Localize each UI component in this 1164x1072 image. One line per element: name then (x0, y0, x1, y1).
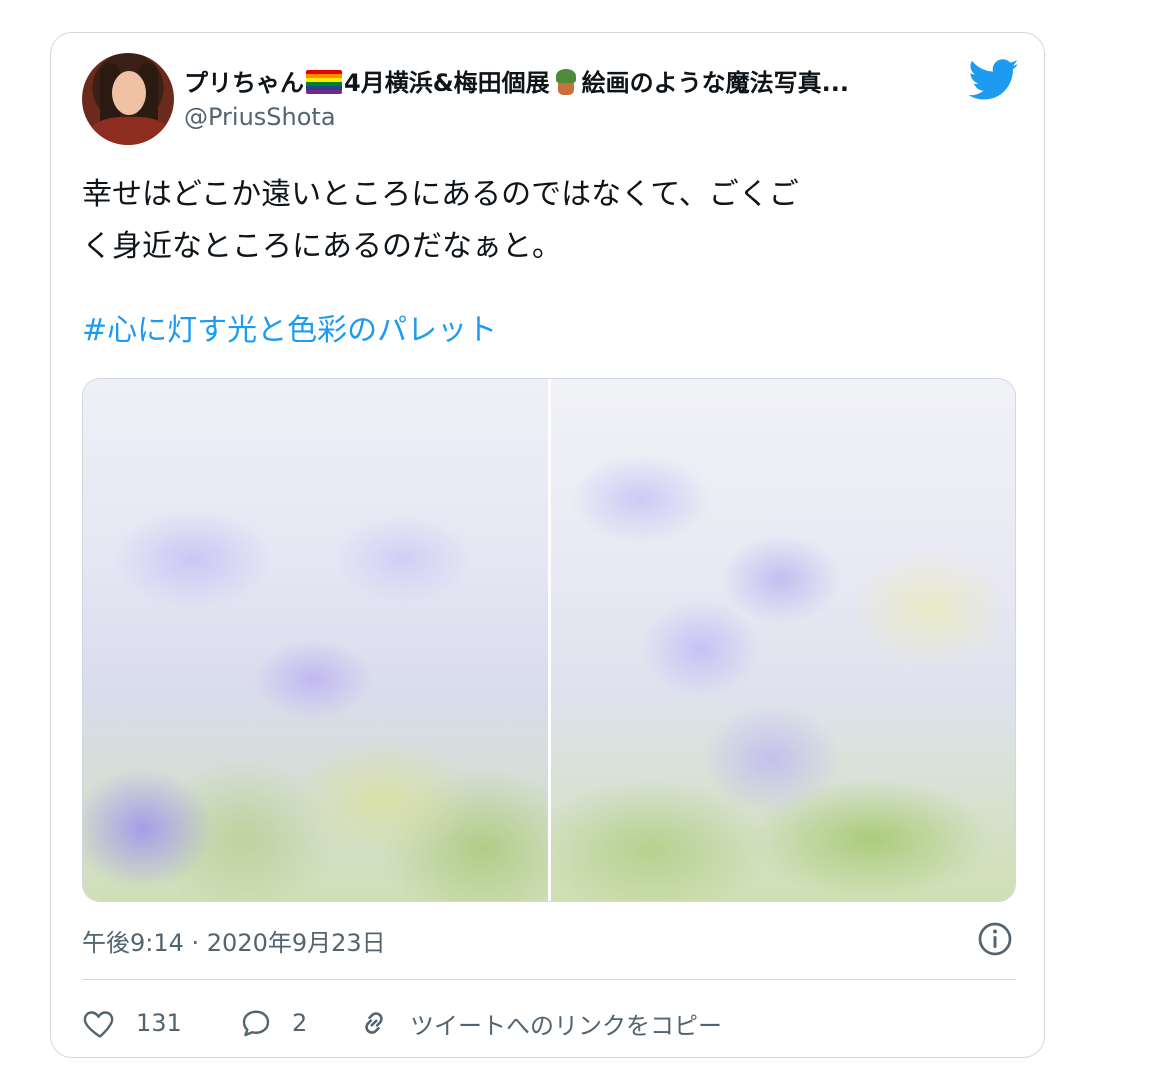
avatar-shirt (90, 117, 170, 145)
reply-button[interactable]: 2 (238, 1003, 307, 1043)
info-icon[interactable] (977, 921, 1013, 957)
tweet-text: 幸せはどこか遠いところにあるのではなくて、ごくご く身近なところにあるのだなぁと… (82, 169, 1012, 273)
display-name-text: プリちゃん (184, 69, 304, 97)
rainbow-flag-icon (306, 70, 342, 94)
display-name[interactable]: プリちゃん 4月横浜&梅田個展 絵画のような魔法写真... (184, 63, 964, 98)
link-icon (365, 1012, 383, 1034)
display-name-text-mid: 4月横浜&梅田個展 (344, 69, 550, 97)
heart-icon (83, 1011, 114, 1038)
tweet-card: プリちゃん 4月横浜&梅田個展 絵画のような魔法写真... @PriusShota … (50, 32, 1045, 1058)
copy-link-button[interactable]: ツイートへのリンクをコピー (356, 1003, 722, 1043)
photo-left[interactable] (83, 379, 548, 901)
twitter-bird-icon[interactable] (968, 59, 1020, 101)
media-grid (82, 378, 1016, 902)
reply-bubble-icon (242, 1010, 270, 1037)
hashtag-link[interactable]: #心に灯す光と色彩のパレット (82, 309, 497, 353)
divider (82, 979, 1016, 980)
media-divider (548, 379, 551, 901)
display-name-text-end: 絵画のような魔法写真... (581, 69, 849, 97)
photo-right[interactable] (551, 379, 1015, 901)
user-handle[interactable]: @PriusShota (184, 103, 336, 131)
like-count: 131 (136, 1009, 182, 1037)
timestamp[interactable]: 午後9:14 · 2020年9月23日 (82, 923, 386, 958)
avatar[interactable] (82, 53, 174, 145)
copy-link-label: ツイートへのリンクをコピー (410, 1011, 722, 1040)
tweet-text-line: く身近なところにあるのだなぁと。 (82, 229, 562, 264)
reply-count: 2 (292, 1009, 308, 1037)
potted-plant-icon (552, 69, 580, 95)
avatar-face (112, 71, 146, 115)
like-button[interactable]: 131 (82, 1003, 182, 1043)
tweet-text-line: 幸せはどこか遠いところにあるのではなくて、ごくご (82, 177, 799, 212)
